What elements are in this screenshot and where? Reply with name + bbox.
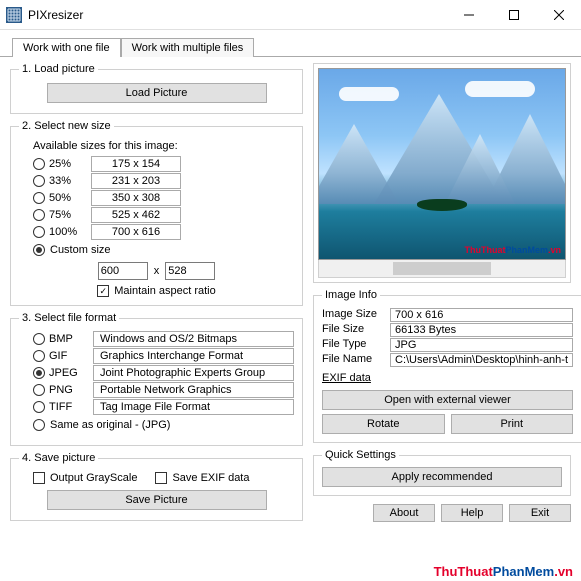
page-watermark: ThuThuatPhanMem.vn bbox=[434, 564, 573, 579]
size-100-radio[interactable] bbox=[33, 226, 45, 238]
imageinfo-legend: Image Info bbox=[322, 289, 380, 301]
info-file-name: C:\Users\Admin\Desktop\hinh-anh-t bbox=[390, 353, 573, 367]
section3-legend: 3. Select file format bbox=[19, 312, 119, 324]
app-icon bbox=[6, 7, 22, 23]
format-gif-radio[interactable] bbox=[33, 350, 45, 362]
size-75-radio[interactable] bbox=[33, 209, 45, 221]
info-file-size: 66133 Bytes bbox=[390, 323, 573, 337]
image-preview-frame: ThuThuatPhanMem.vn bbox=[313, 63, 571, 283]
section-quick-settings: Quick Settings Apply recommended bbox=[313, 449, 571, 496]
size-33-radio[interactable] bbox=[33, 175, 45, 187]
format-bmp-radio[interactable] bbox=[33, 333, 45, 345]
section-image-info: Image Info Image Size700 x 616 File Size… bbox=[313, 289, 581, 443]
print-button[interactable]: Print bbox=[451, 414, 574, 434]
section4-legend: 4. Save picture bbox=[19, 452, 98, 464]
open-external-button[interactable]: Open with external viewer bbox=[322, 390, 573, 410]
exit-button[interactable]: Exit bbox=[509, 504, 571, 522]
available-sizes-label: Available sizes for this image: bbox=[33, 140, 294, 152]
tab-multiple-files[interactable]: Work with multiple files bbox=[121, 38, 255, 57]
section-save-picture: 4. Save picture Output GrayScale Save EX… bbox=[10, 452, 303, 521]
grayscale-checkbox[interactable] bbox=[33, 472, 45, 484]
section-load-picture: 1. Load picture Load Picture bbox=[10, 63, 303, 114]
rotate-button[interactable]: Rotate bbox=[322, 414, 445, 434]
info-file-type: JPG bbox=[390, 338, 573, 352]
save-exif-checkbox[interactable] bbox=[155, 472, 167, 484]
maintain-aspect-checkbox[interactable] bbox=[97, 285, 109, 297]
format-same-radio[interactable] bbox=[33, 419, 45, 431]
section-file-format: 3. Select file format BMPWindows and OS/… bbox=[10, 312, 303, 446]
format-png-radio[interactable] bbox=[33, 384, 45, 396]
format-tiff-radio[interactable] bbox=[33, 401, 45, 413]
window-title: PIXresizer bbox=[28, 8, 446, 22]
maximize-button[interactable] bbox=[491, 0, 536, 29]
exif-data-link[interactable]: EXIF data bbox=[322, 372, 371, 384]
help-button[interactable]: Help bbox=[441, 504, 503, 522]
tab-one-file[interactable]: Work with one file bbox=[12, 38, 121, 57]
minimize-button[interactable] bbox=[446, 0, 491, 29]
close-button[interactable] bbox=[536, 0, 581, 29]
info-image-size: 700 x 616 bbox=[390, 308, 573, 322]
about-button[interactable]: About bbox=[373, 504, 435, 522]
size-25-radio[interactable] bbox=[33, 158, 45, 170]
maintain-aspect-label: Maintain aspect ratio bbox=[114, 285, 216, 297]
section-select-size: 2. Select new size Available sizes for t… bbox=[10, 120, 303, 306]
save-picture-button[interactable]: Save Picture bbox=[47, 490, 267, 510]
custom-height-input[interactable] bbox=[165, 262, 215, 280]
custom-size-radio[interactable] bbox=[33, 244, 45, 256]
apply-recommended-button[interactable]: Apply recommended bbox=[322, 467, 562, 487]
format-jpeg-radio[interactable] bbox=[33, 367, 45, 379]
quick-legend: Quick Settings bbox=[322, 449, 399, 461]
preview-scrollbar[interactable] bbox=[318, 260, 566, 278]
size-50-radio[interactable] bbox=[33, 192, 45, 204]
preview-watermark: ThuThuatPhanMem.vn bbox=[464, 245, 561, 255]
custom-width-input[interactable] bbox=[98, 262, 148, 280]
image-preview: ThuThuatPhanMem.vn bbox=[318, 68, 566, 260]
section1-legend: 1. Load picture bbox=[19, 63, 98, 75]
load-picture-button[interactable]: Load Picture bbox=[47, 83, 267, 103]
section2-legend: 2. Select new size bbox=[19, 120, 114, 132]
